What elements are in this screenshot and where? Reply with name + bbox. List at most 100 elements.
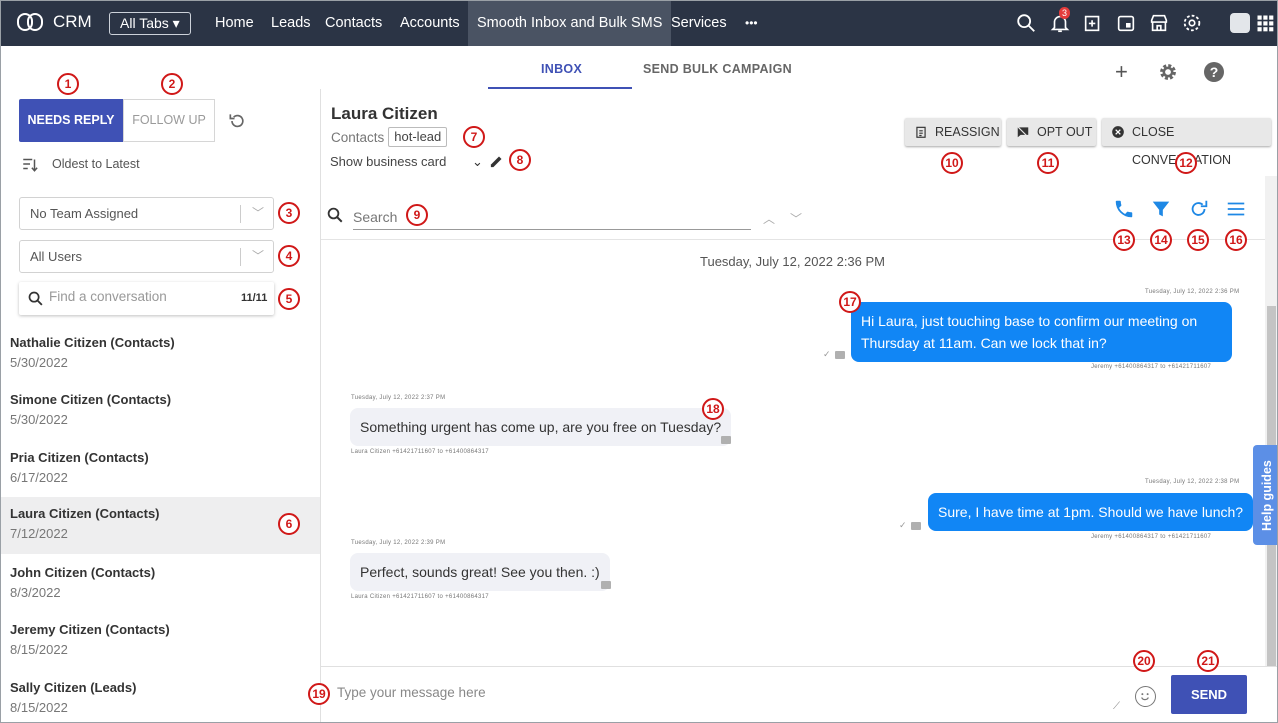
- annotation-marker: 2: [161, 73, 183, 95]
- annotation-marker: 21: [1197, 650, 1219, 672]
- conversation-date: 6/17/2022: [10, 470, 68, 485]
- nav-leads[interactable]: Leads: [271, 1, 311, 46]
- tab-inbox[interactable]: INBOX: [541, 62, 582, 76]
- follow-up-button[interactable]: FOLLOW UP: [123, 99, 215, 142]
- nav-home[interactable]: Home: [215, 1, 254, 46]
- crm-app: CRM All Tabs ▾ Home Leads Contacts Accou…: [0, 0, 1278, 723]
- send-button[interactable]: SEND: [1171, 675, 1247, 714]
- annotation-marker: 3: [278, 202, 300, 224]
- list-item[interactable]: Jeremy Citizen (Contacts) 8/15/2022: [1, 613, 320, 670]
- chevron-down-icon: ⌄: [471, 154, 483, 169]
- chevron-down-icon: ﹀: [251, 206, 264, 220]
- find-conversation-input[interactable]: [49, 289, 229, 304]
- annotation-marker: 1: [57, 73, 79, 95]
- chat-date-header: Tuesday, July 12, 2022 2:36 PM: [700, 254, 885, 269]
- message-route: Laura Citizen +61421711607 to +614008643…: [351, 594, 489, 600]
- incoming-message: Perfect, sounds great! See you then. :): [350, 553, 610, 591]
- conversation-date: 7/12/2022: [10, 526, 68, 541]
- conversation-name: John Citizen (Contacts): [10, 565, 156, 580]
- tab-send-bulk-campaign[interactable]: SEND BULK CAMPAIGN: [643, 62, 792, 76]
- nav-more[interactable]: •••: [745, 1, 758, 46]
- gear-icon[interactable]: [1158, 62, 1178, 82]
- annotation-marker: 20: [1133, 650, 1155, 672]
- annotation-marker: 11: [1037, 152, 1059, 174]
- opt-out-button[interactable]: OPT OUT: [1007, 118, 1096, 146]
- select-divider: [240, 248, 241, 266]
- business-card-label: Show business card: [330, 154, 447, 169]
- resize-handle-icon[interactable]: ⟋: [1113, 701, 1120, 712]
- active-tab-indicator: [488, 87, 632, 89]
- needs-reply-button[interactable]: NEEDS REPLY: [19, 99, 123, 142]
- chevron-up-icon[interactable]: ︿: [763, 210, 775, 227]
- list-item[interactable]: John Citizen (Contacts) 8/3/2022: [1, 556, 320, 613]
- annotation-marker: 19: [308, 683, 330, 705]
- message-route: Jeremy +61400864317 to +61421711607: [1091, 364, 1212, 370]
- chevron-down-icon: ﹀: [251, 249, 264, 263]
- conversation-count: 11/11: [241, 292, 268, 304]
- emoji-icon[interactable]: [1135, 686, 1156, 707]
- sort-order-label[interactable]: Oldest to Latest: [52, 157, 140, 171]
- all-tabs-dropdown[interactable]: All Tabs ▾: [109, 12, 191, 35]
- team-select-value: No Team Assigned: [30, 206, 139, 221]
- annotation-marker: 8: [509, 149, 531, 171]
- find-conversation-box: 11/11: [19, 282, 274, 315]
- list-item-selected[interactable]: Laura Citizen (Contacts) 7/12/2022: [1, 497, 320, 554]
- add-icon[interactable]: +: [1115, 61, 1128, 83]
- pencil-icon[interactable]: [489, 154, 504, 169]
- conversation-date: 8/3/2022: [10, 585, 61, 600]
- sms-icon: [721, 436, 731, 444]
- incoming-message: Something urgent has come up, are you fr…: [350, 408, 732, 446]
- gear-icon[interactable]: [1181, 12, 1203, 34]
- filter-icon[interactable]: [1150, 198, 1172, 220]
- annotation-marker: 7: [463, 126, 485, 148]
- sms-icon: [835, 351, 845, 359]
- chevron-down-icon[interactable]: ﹀: [790, 210, 802, 227]
- list-item[interactable]: Simone Citizen (Contacts) 5/30/2022: [1, 383, 320, 440]
- help-icon[interactable]: ?: [1204, 62, 1224, 82]
- contact-tags: Contacts hot-lead: [331, 127, 448, 147]
- annotation-marker: 13: [1113, 229, 1135, 251]
- annotation-marker: 15: [1187, 229, 1209, 251]
- calendar-icon[interactable]: [1115, 12, 1137, 34]
- nav-accounts[interactable]: Accounts: [400, 1, 460, 46]
- team-select[interactable]: No Team Assigned ﹀: [19, 197, 274, 230]
- help-guides-tab[interactable]: Help guides: [1253, 445, 1277, 545]
- add-icon[interactable]: [1082, 12, 1104, 34]
- search-icon: [326, 206, 344, 224]
- crm-logo-icon: [17, 11, 45, 33]
- list-item[interactable]: Sally Citizen (Leads) 8/15/2022: [1, 671, 320, 722]
- search-icon[interactable]: [1015, 12, 1037, 34]
- delivered-check-icon: ✓: [823, 349, 831, 359]
- panel-divider: [320, 89, 321, 722]
- phone-icon[interactable]: [1113, 198, 1135, 220]
- message-input[interactable]: [337, 685, 1117, 709]
- users-select[interactable]: All Users ﹀: [19, 240, 274, 273]
- tag-chip[interactable]: hot-lead: [388, 127, 448, 147]
- delivered-check-icon: ✓: [899, 520, 907, 530]
- redo-icon[interactable]: [1188, 198, 1210, 220]
- store-icon[interactable]: [1148, 12, 1170, 34]
- apps-grid-icon[interactable]: [1255, 12, 1275, 34]
- nav-contacts[interactable]: Contacts: [325, 1, 382, 46]
- close-conversation-button[interactable]: CLOSE CONVERSATION: [1102, 118, 1271, 167]
- nav-smooth-inbox[interactable]: Smooth Inbox and Bulk SMS: [468, 1, 672, 46]
- conversation-date: 5/30/2022: [10, 355, 68, 370]
- list-item[interactable]: Nathalie Citizen (Contacts) 5/30/2022: [1, 326, 320, 383]
- nav-services[interactable]: Services: [671, 1, 727, 46]
- opt-out-label: OPT OUT: [1037, 125, 1093, 139]
- avatar[interactable]: [1230, 13, 1250, 33]
- close-icon: [1112, 126, 1124, 138]
- menu-icon[interactable]: [1225, 198, 1247, 220]
- list-item[interactable]: Pria Citizen (Contacts) 6/17/2022: [1, 441, 320, 498]
- sort-icon[interactable]: [21, 155, 39, 173]
- conversation-name: Laura Citizen (Contacts): [10, 506, 160, 521]
- conversation-date: 8/15/2022: [10, 642, 68, 657]
- reassign-button[interactable]: REASSIGN: [905, 118, 1001, 146]
- show-business-card-toggle[interactable]: Show business card ⌄: [330, 154, 483, 170]
- annotation-marker: 17: [839, 291, 861, 313]
- annotation-marker: 10: [941, 152, 963, 174]
- crm-logo[interactable]: CRM: [17, 11, 92, 33]
- annotation-marker: 16: [1225, 229, 1247, 251]
- message-timestamp: Tuesday, July 12, 2022 2:38 PM: [1145, 479, 1240, 485]
- refresh-icon[interactable]: [227, 111, 247, 131]
